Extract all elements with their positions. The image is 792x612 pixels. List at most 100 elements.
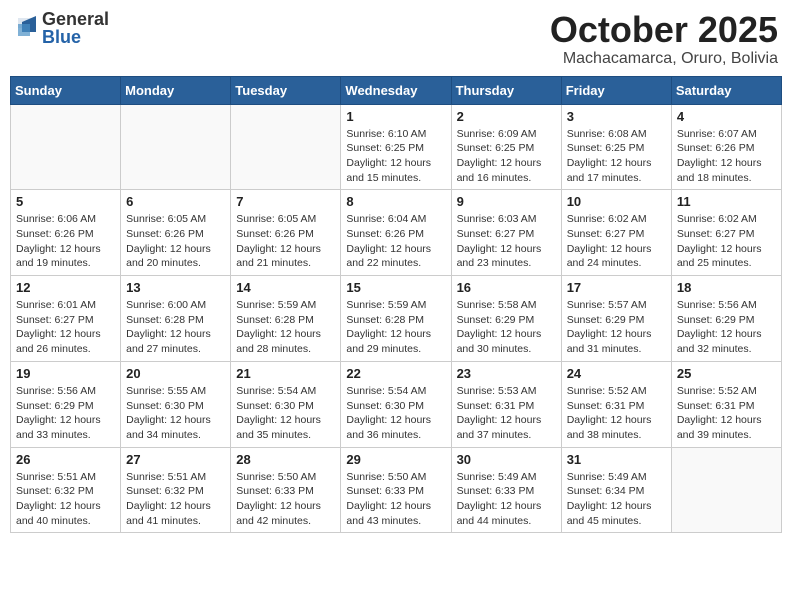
calendar-cell: 18 Sunrise: 5:56 AMSunset: 6:29 PMDayligh…	[671, 276, 781, 362]
logo-icon	[14, 14, 38, 42]
day-info: Sunrise: 6:00 AMSunset: 6:28 PMDaylight:…	[126, 298, 225, 357]
calendar-cell: 8 Sunrise: 6:04 AMSunset: 6:26 PMDaylight…	[341, 190, 451, 276]
logo: General Blue	[14, 10, 109, 46]
calendar-cell: 9 Sunrise: 6:03 AMSunset: 6:27 PMDaylight…	[451, 190, 561, 276]
day-info: Sunrise: 6:09 AMSunset: 6:25 PMDaylight:…	[457, 127, 556, 186]
day-info: Sunrise: 6:08 AMSunset: 6:25 PMDaylight:…	[567, 127, 666, 186]
day-info: Sunrise: 5:49 AMSunset: 6:34 PMDaylight:…	[567, 470, 666, 529]
day-number: 2	[457, 109, 556, 124]
calendar-cell: 1Sunrise: 6:10 AMSunset: 6:25 PMDaylight…	[341, 104, 451, 190]
day-info: Sunrise: 5:52 AMSunset: 6:31 PMDaylight:…	[567, 384, 666, 443]
calendar-cell: 4 Sunrise: 6:07 AMSunset: 6:26 PMDaylight…	[671, 104, 781, 190]
calendar-cell: 2 Sunrise: 6:09 AMSunset: 6:25 PMDaylight…	[451, 104, 561, 190]
calendar-header-monday: Monday	[121, 76, 231, 104]
calendar-cell: 10 Sunrise: 6:02 AMSunset: 6:27 PMDayligh…	[561, 190, 671, 276]
calendar-cell: 11 Sunrise: 6:02 AMSunset: 6:27 PMDayligh…	[671, 190, 781, 276]
day-number: 17	[567, 280, 666, 295]
day-info: Sunrise: 6:05 AMSunset: 6:26 PMDaylight:…	[236, 212, 335, 271]
title-block: October 2025 Machacamarca, Oruro, Bolivi…	[550, 10, 778, 68]
calendar-header-friday: Friday	[561, 76, 671, 104]
day-number: 23	[457, 366, 556, 381]
calendar-cell: 3 Sunrise: 6:08 AMSunset: 6:25 PMDaylight…	[561, 104, 671, 190]
logo-blue: Blue	[42, 28, 109, 46]
calendar-table: SundayMondayTuesdayWednesdayThursdayFrid…	[10, 76, 782, 534]
calendar-week-4: 19 Sunrise: 5:56 AMSunset: 6:29 PMDayligh…	[11, 361, 782, 447]
day-number: 13	[126, 280, 225, 295]
day-info: Sunrise: 5:51 AMSunset: 6:32 PMDaylight:…	[126, 470, 225, 529]
calendar-cell: 13 Sunrise: 6:00 AMSunset: 6:28 PMDayligh…	[121, 276, 231, 362]
day-number: 7	[236, 194, 335, 209]
calendar-cell: 7 Sunrise: 6:05 AMSunset: 6:26 PMDaylight…	[231, 190, 341, 276]
calendar-cell: 24 Sunrise: 5:52 AMSunset: 6:31 PMDayligh…	[561, 361, 671, 447]
calendar-cell: 6Sunrise: 6:05 AMSunset: 6:26 PMDaylight…	[121, 190, 231, 276]
day-info: Sunrise: 6:10 AMSunset: 6:25 PMDaylight:…	[346, 127, 445, 186]
calendar-cell: 21Sunrise: 5:54 AMSunset: 6:30 PMDayligh…	[231, 361, 341, 447]
day-number: 3	[567, 109, 666, 124]
day-number: 9	[457, 194, 556, 209]
day-info: Sunrise: 5:54 AMSunset: 6:30 PMDaylight:…	[346, 384, 445, 443]
day-number: 19	[16, 366, 115, 381]
calendar-header-saturday: Saturday	[671, 76, 781, 104]
calendar-header-thursday: Thursday	[451, 76, 561, 104]
day-info: Sunrise: 5:57 AMSunset: 6:29 PMDaylight:…	[567, 298, 666, 357]
month-title: October 2025	[550, 10, 778, 50]
calendar-cell: 5Sunrise: 6:06 AMSunset: 6:26 PMDaylight…	[11, 190, 121, 276]
day-number: 30	[457, 452, 556, 467]
calendar-cell	[121, 104, 231, 190]
day-info: Sunrise: 6:02 AMSunset: 6:27 PMDaylight:…	[677, 212, 776, 271]
day-number: 18	[677, 280, 776, 295]
day-number: 22	[346, 366, 445, 381]
calendar-cell	[671, 447, 781, 533]
day-number: 25	[677, 366, 776, 381]
day-info: Sunrise: 5:49 AMSunset: 6:33 PMDaylight:…	[457, 470, 556, 529]
calendar-cell: 31 Sunrise: 5:49 AMSunset: 6:34 PMDayligh…	[561, 447, 671, 533]
day-number: 12	[16, 280, 115, 295]
day-info: Sunrise: 6:06 AMSunset: 6:26 PMDaylight:…	[16, 212, 115, 271]
calendar-cell: 22 Sunrise: 5:54 AMSunset: 6:30 PMDayligh…	[341, 361, 451, 447]
day-info: Sunrise: 6:05 AMSunset: 6:26 PMDaylight:…	[126, 212, 225, 271]
day-number: 15	[346, 280, 445, 295]
calendar-cell	[231, 104, 341, 190]
day-number: 20	[126, 366, 225, 381]
calendar-header-sunday: Sunday	[11, 76, 121, 104]
calendar-cell: 15Sunrise: 5:59 AMSunset: 6:28 PMDayligh…	[341, 276, 451, 362]
day-info: Sunrise: 6:01 AMSunset: 6:27 PMDaylight:…	[16, 298, 115, 357]
calendar-cell: 28Sunrise: 5:50 AMSunset: 6:33 PMDayligh…	[231, 447, 341, 533]
calendar-cell: 16 Sunrise: 5:58 AMSunset: 6:29 PMDayligh…	[451, 276, 561, 362]
day-number: 10	[567, 194, 666, 209]
day-info: Sunrise: 5:52 AMSunset: 6:31 PMDaylight:…	[677, 384, 776, 443]
calendar-cell: 17 Sunrise: 5:57 AMSunset: 6:29 PMDayligh…	[561, 276, 671, 362]
day-number: 31	[567, 452, 666, 467]
day-number: 29	[346, 452, 445, 467]
day-number: 24	[567, 366, 666, 381]
day-info: Sunrise: 6:03 AMSunset: 6:27 PMDaylight:…	[457, 212, 556, 271]
calendar-cell: 27 Sunrise: 5:51 AMSunset: 6:32 PMDayligh…	[121, 447, 231, 533]
calendar-header-row: SundayMondayTuesdayWednesdayThursdayFrid…	[11, 76, 782, 104]
day-info: Sunrise: 5:56 AMSunset: 6:29 PMDaylight:…	[16, 384, 115, 443]
day-number: 8	[346, 194, 445, 209]
day-info: Sunrise: 5:59 AMSunset: 6:28 PMDaylight:…	[236, 298, 335, 357]
calendar-cell: 25 Sunrise: 5:52 AMSunset: 6:31 PMDayligh…	[671, 361, 781, 447]
day-number: 4	[677, 109, 776, 124]
logo-general: General	[42, 10, 109, 28]
day-info: Sunrise: 6:04 AMSunset: 6:26 PMDaylight:…	[346, 212, 445, 271]
calendar-week-1: 1Sunrise: 6:10 AMSunset: 6:25 PMDaylight…	[11, 104, 782, 190]
calendar-header-wednesday: Wednesday	[341, 76, 451, 104]
day-info: Sunrise: 5:55 AMSunset: 6:30 PMDaylight:…	[126, 384, 225, 443]
calendar-cell: 23Sunrise: 5:53 AMSunset: 6:31 PMDayligh…	[451, 361, 561, 447]
day-info: Sunrise: 5:50 AMSunset: 6:33 PMDaylight:…	[236, 470, 335, 529]
day-info: Sunrise: 6:07 AMSunset: 6:26 PMDaylight:…	[677, 127, 776, 186]
calendar-week-5: 26 Sunrise: 5:51 AMSunset: 6:32 PMDayligh…	[11, 447, 782, 533]
day-number: 27	[126, 452, 225, 467]
day-number: 11	[677, 194, 776, 209]
day-info: Sunrise: 6:02 AMSunset: 6:27 PMDaylight:…	[567, 212, 666, 271]
calendar-cell: 26Sunrise: 5:51 AMSunset: 6:32 PMDayligh…	[11, 447, 121, 533]
page-header: General Blue October 2025 Machacamarca, …	[10, 10, 782, 68]
calendar-week-3: 12 Sunrise: 6:01 AMSunset: 6:27 PMDayligh…	[11, 276, 782, 362]
day-info: Sunrise: 5:58 AMSunset: 6:29 PMDaylight:…	[457, 298, 556, 357]
day-number: 16	[457, 280, 556, 295]
day-number: 26	[16, 452, 115, 467]
calendar-header-tuesday: Tuesday	[231, 76, 341, 104]
calendar-cell: 19 Sunrise: 5:56 AMSunset: 6:29 PMDayligh…	[11, 361, 121, 447]
day-info: Sunrise: 5:56 AMSunset: 6:29 PMDaylight:…	[677, 298, 776, 357]
